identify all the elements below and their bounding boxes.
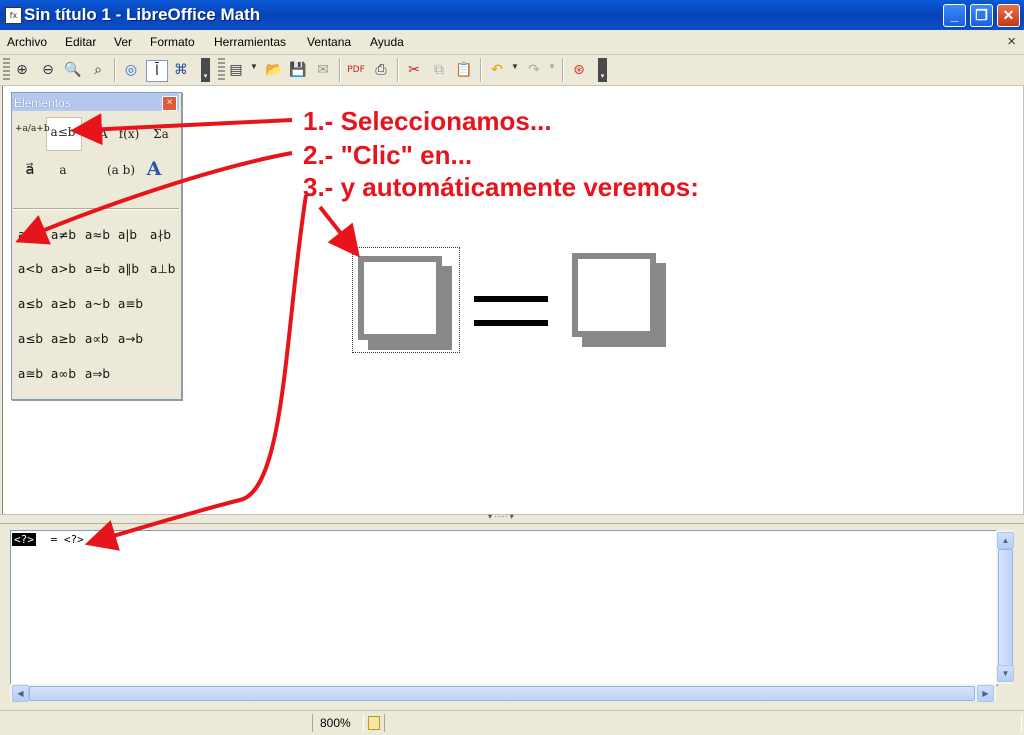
annotation-step3: 3.- y automáticamente veremos:: [303, 172, 699, 202]
arrow-step1: [70, 113, 293, 146]
annotation-step1: 1.- Seleccionamos...: [303, 106, 552, 136]
annotation-step2: 2.- "Clic" en...: [303, 140, 473, 170]
arrow-step3b: [84, 194, 308, 551]
arrow-step2: [15, 151, 293, 245]
arrow-step3a: [318, 205, 360, 258]
